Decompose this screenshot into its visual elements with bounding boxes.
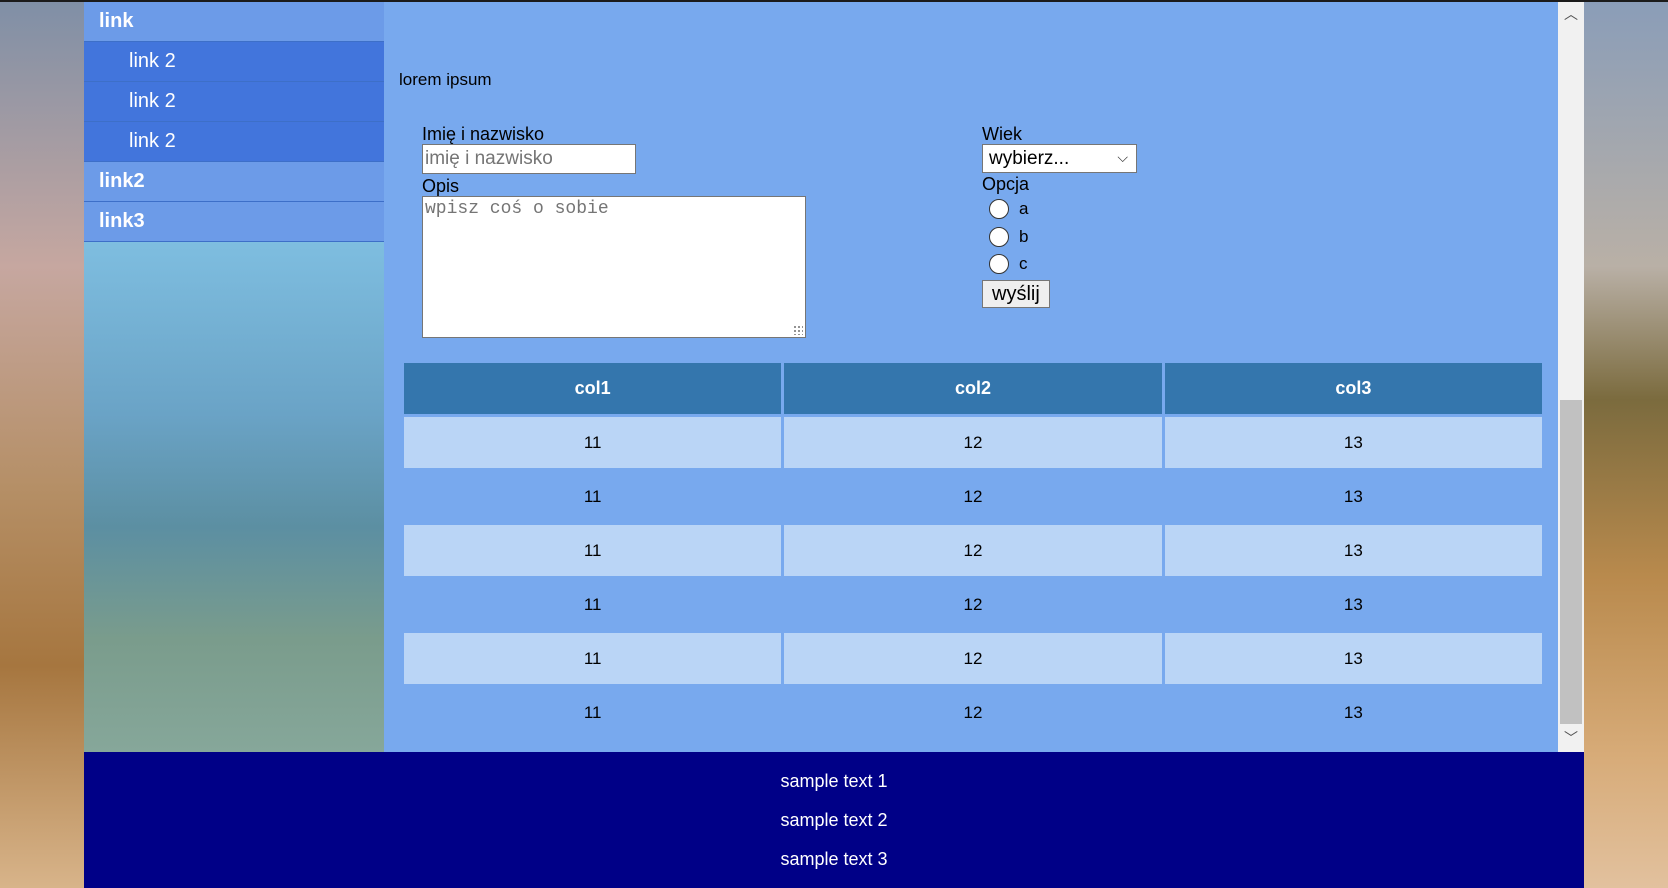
table-header-cell: col1 [404,363,782,414]
radio-option-a[interactable]: a [982,194,1137,223]
sidebar-subitem-link-2[interactable]: link 2 [84,42,384,82]
table-cell: 12 [963,594,983,614]
name-label: Imię i nazwisko [422,124,545,144]
table-row: 11 12 13 [404,525,1542,576]
footer: sample text 1 sample text 2 sample text … [84,752,1584,888]
table-cell: 12 [784,525,1162,576]
table-cell: 11 [583,486,602,506]
table-row: 11 12 13 [404,417,1542,468]
background-image-right [1584,0,1668,888]
form-left-column: Imię i nazwisko imię i nazwisko Opis wpi… [422,124,806,338]
radio-button[interactable] [989,198,1009,219]
table-cell: 12 [963,486,983,506]
table-row: 11 12 13 [404,687,1542,738]
radio-label: b [1019,226,1029,246]
age-label: Wiek [982,124,1022,144]
table-cell: 13 [1343,702,1363,722]
description-placeholder: wpisz coś o sobie [425,199,609,219]
chevron-down-icon[interactable]: ﹀ [1558,728,1584,750]
table-cell: 13 [1343,486,1363,506]
name-input[interactable]: imię i nazwisko [422,144,636,174]
table-cell: 13 [1164,525,1542,576]
table-header-cell: col3 [1164,363,1542,414]
table-row: 11 12 13 [404,633,1542,684]
sidebar-item-link3[interactable]: link3 [84,202,384,242]
table-cell: 11 [404,633,782,684]
description-label: Opis [422,176,460,196]
description-textarea[interactable]: wpisz coś o sobie [422,196,806,338]
main-content: lorem ipsum Imię i nazwisko imię i nazwi… [384,2,1558,752]
table-row: 11 12 13 [404,579,1542,630]
table-cell: 12 [784,417,1162,468]
table-header-cell: col2 [784,363,1162,414]
sidebar-item-link2[interactable]: link2 [84,162,384,202]
option-label: Opcja [982,174,1030,194]
age-select[interactable]: wybierz... ⌵ [982,144,1137,173]
age-select-value: wybierz... [989,148,1070,169]
table-cell: 11 [583,702,602,722]
footer-text: sample text 3 [780,849,888,869]
background-image-left [0,0,84,888]
radio-label: c [1019,253,1028,273]
form-right-column: Wiek wybierz... ⌵ Opcja a b c wyślij [982,124,1137,308]
radio-button[interactable] [989,226,1009,247]
footer-text: sample text 2 [780,810,888,830]
sidebar-subitem-link-2[interactable]: link 2 [84,122,384,162]
radio-label: a [1019,198,1029,218]
radio-option-b[interactable]: b [982,223,1137,250]
sidebar-subitem-link-2[interactable]: link 2 [84,82,384,122]
table-row: 11 12 13 [404,471,1542,522]
resize-grip-icon[interactable] [793,325,803,335]
radio-button[interactable] [989,253,1009,274]
chevron-down-icon: ⌵ [1117,150,1128,166]
table-cell: 13 [1164,417,1542,468]
table-cell: 11 [404,525,782,576]
page-frame: link link 2 link 2 link 2 link2 link3 lo… [84,2,1584,752]
data-table: col1 col2 col3 11 12 13 11 12 13 11 12 1… [401,360,1545,741]
table-header-row: col1 col2 col3 [404,363,1542,414]
submit-button[interactable]: wyślij [982,280,1050,308]
table-cell: 12 [963,702,983,722]
footer-text: sample text 1 [780,771,888,791]
sidebar-item-link[interactable]: link [84,2,384,42]
vertical-scrollbar[interactable]: ︿ ﹀ [1558,2,1584,752]
table-cell: 13 [1164,633,1542,684]
table-cell: 11 [583,594,602,614]
sidebar: link link 2 link 2 link 2 link2 link3 [84,2,384,752]
intro-text: lorem ipsum [399,70,492,89]
table-cell: 11 [404,417,782,468]
scrollbar-thumb[interactable] [1560,400,1582,724]
chevron-up-icon[interactable]: ︿ [1558,4,1584,26]
table-cell: 12 [784,633,1162,684]
radio-option-c[interactable]: c [982,250,1137,277]
table-cell: 13 [1343,594,1363,614]
